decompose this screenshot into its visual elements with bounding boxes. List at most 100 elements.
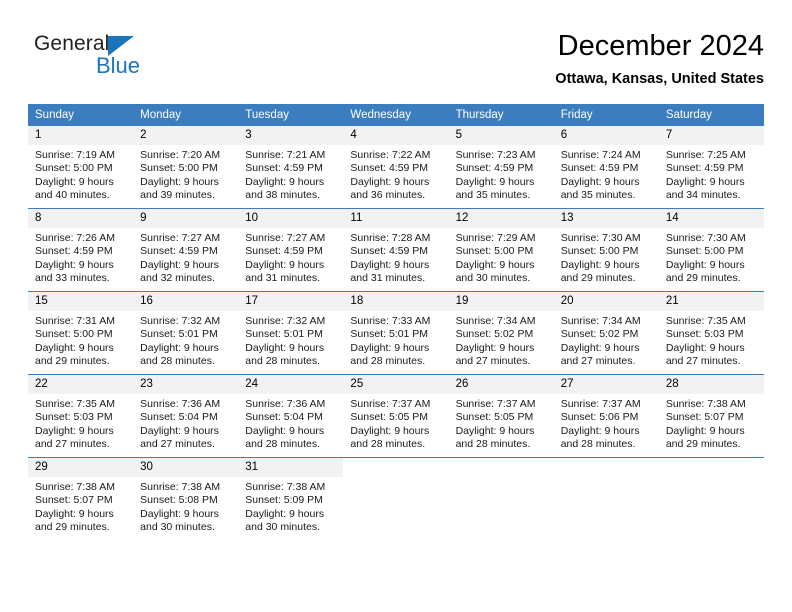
day-number: 7 xyxy=(658,126,764,145)
sunset-time: Sunset: 4:59 PM xyxy=(560,162,639,175)
calendar-day-cell[interactable]: 25 Sunrise: 7:37 AM Sunset: 5:05 PM Dayligh… xyxy=(343,374,449,458)
day-details: Sunrise: 7:34 AM Sunset: 5:02 PM Daylight:… xyxy=(554,311,659,369)
day-number: 17 xyxy=(238,292,344,311)
sunrise-time: Sunrise: 7:34 AM xyxy=(455,315,536,327)
sunset-time: Sunset: 5:05 PM xyxy=(455,411,534,424)
daylight-duration-line2: and 28 minutes. xyxy=(245,355,320,368)
calendar-day-cell[interactable]: 12 Sunrise: 7:29 AM Sunset: 5:00 PM Dayligh… xyxy=(448,208,554,292)
sunrise-time: Sunrise: 7:37 AM xyxy=(560,398,641,410)
daylight-duration-line1: Daylight: 9 hours xyxy=(245,341,325,354)
daylight-duration-line1: Daylight: 9 hours xyxy=(140,424,219,437)
day-number: 30 xyxy=(133,458,239,477)
calendar-day-cell[interactable]: 8 Sunrise: 7:26 AM Sunset: 4:59 PM Daylight… xyxy=(28,208,134,292)
sunrise-time: Sunrise: 7:35 AM xyxy=(665,315,746,327)
day-details: Sunrise: 7:35 AM Sunset: 5:03 PM Daylight:… xyxy=(659,311,764,369)
day-details: Sunrise: 7:27 AM Sunset: 4:59 PM Daylight:… xyxy=(133,228,238,286)
brand-logo[interactable]: General Blue xyxy=(34,32,254,92)
daylight-duration-line2: and 28 minutes. xyxy=(350,438,426,451)
sunset-time: Sunset: 5:00 PM xyxy=(35,328,113,341)
sunrise-time: Sunrise: 7:27 AM xyxy=(140,232,221,244)
calendar-day-cell[interactable]: 27 Sunrise: 7:37 AM Sunset: 5:06 PM Dayligh… xyxy=(553,374,659,458)
daylight-duration-line2: and 36 minutes. xyxy=(350,189,426,202)
daylight-duration-line1: Daylight: 9 hours xyxy=(140,507,219,520)
calendar-day-cell[interactable]: 19 Sunrise: 7:34 AM Sunset: 5:02 PM Dayligh… xyxy=(448,291,554,375)
daylight-duration-line1: Daylight: 9 hours xyxy=(560,424,640,437)
calendar-day-cell[interactable]: 7 Sunrise: 7:25 AM Sunset: 4:59 PM Daylight… xyxy=(658,126,764,209)
daylight-duration-line1: Daylight: 9 hours xyxy=(350,175,430,188)
day-number: 23 xyxy=(133,375,239,394)
calendar-day-cell[interactable]: 5 Sunrise: 7:23 AM Sunset: 4:59 PM Daylight… xyxy=(448,126,554,209)
daylight-duration-line1: Daylight: 9 hours xyxy=(350,424,430,437)
daylight-duration-line1: Daylight: 9 hours xyxy=(35,341,114,354)
day-number xyxy=(553,458,659,477)
sunrise-time: Sunrise: 7:19 AM xyxy=(35,149,115,161)
calendar-day-cell[interactable]: 24 Sunrise: 7:36 AM Sunset: 5:04 PM Dayligh… xyxy=(238,374,344,458)
sunrise-time: Sunrise: 7:20 AM xyxy=(140,149,221,161)
calendar-day-cell[interactable]: 6 Sunrise: 7:24 AM Sunset: 4:59 PM Daylight… xyxy=(553,126,659,209)
weekday-header-saturday: Saturday xyxy=(658,104,764,126)
sunset-time: Sunset: 4:59 PM xyxy=(245,162,323,175)
calendar-day-cell[interactable]: 29 Sunrise: 7:38 AM Sunset: 5:07 PM Dayligh… xyxy=(28,457,134,540)
calendar-day-cell[interactable]: 16 Sunrise: 7:32 AM Sunset: 5:01 PM Dayligh… xyxy=(133,291,239,375)
calendar-day-cell[interactable]: 1 Sunrise: 7:19 AM Sunset: 5:00 PM Daylight… xyxy=(28,126,134,209)
day-number: 25 xyxy=(343,375,449,394)
daylight-duration-line2: and 30 minutes. xyxy=(140,521,215,534)
sunset-time: Sunset: 5:00 PM xyxy=(560,245,639,258)
day-details: Sunrise: 7:23 AM Sunset: 4:59 PM Daylight:… xyxy=(449,145,554,203)
daylight-duration-line1: Daylight: 9 hours xyxy=(35,424,114,437)
day-number: 28 xyxy=(658,375,764,394)
day-number: 20 xyxy=(553,292,659,311)
daylight-duration-line1: Daylight: 9 hours xyxy=(350,258,430,271)
day-details: Sunrise: 7:33 AM Sunset: 5:01 PM Daylight:… xyxy=(343,311,448,369)
day-number: 24 xyxy=(238,375,344,394)
day-details: Sunrise: 7:37 AM Sunset: 5:05 PM Daylight:… xyxy=(449,394,554,452)
day-number xyxy=(448,458,554,477)
day-number: 6 xyxy=(553,126,659,145)
calendar-day-cell[interactable]: 26 Sunrise: 7:37 AM Sunset: 5:05 PM Dayligh… xyxy=(448,374,554,458)
sunrise-time: Sunrise: 7:25 AM xyxy=(665,149,746,161)
calendar-day-cell[interactable]: 4 Sunrise: 7:22 AM Sunset: 4:59 PM Daylight… xyxy=(343,126,449,209)
calendar-day-cell[interactable]: 17 Sunrise: 7:32 AM Sunset: 5:01 PM Dayligh… xyxy=(238,291,344,375)
weekday-header-wednesday: Wednesday xyxy=(343,104,449,126)
calendar-day-cell[interactable]: 13 Sunrise: 7:30 AM Sunset: 5:00 PM Dayligh… xyxy=(553,208,659,292)
calendar-day-cell[interactable]: 2 Sunrise: 7:20 AM Sunset: 5:00 PM Daylight… xyxy=(133,126,239,209)
day-details: Sunrise: 7:38 AM Sunset: 5:07 PM Daylight:… xyxy=(659,394,764,452)
day-details: Sunrise: 7:37 AM Sunset: 5:06 PM Daylight:… xyxy=(554,394,659,452)
daylight-duration-line1: Daylight: 9 hours xyxy=(245,424,325,437)
page-title: December 2024 xyxy=(557,30,764,62)
daylight-duration-line2: and 28 minutes. xyxy=(350,355,426,368)
day-details: Sunrise: 7:30 AM Sunset: 5:00 PM Daylight:… xyxy=(554,228,659,286)
calendar-day-cell[interactable]: 30 Sunrise: 7:38 AM Sunset: 5:08 PM Dayligh… xyxy=(133,457,239,540)
sunset-time: Sunset: 5:03 PM xyxy=(35,411,113,424)
calendar-day-cell[interactable]: 11 Sunrise: 7:28 AM Sunset: 4:59 PM Dayligh… xyxy=(343,208,449,292)
calendar-day-cell[interactable]: 9 Sunrise: 7:27 AM Sunset: 4:59 PM Daylight… xyxy=(133,208,239,292)
day-number: 31 xyxy=(238,458,344,477)
day-details: Sunrise: 7:22 AM Sunset: 4:59 PM Daylight:… xyxy=(343,145,448,203)
day-details: Sunrise: 7:19 AM Sunset: 5:00 PM Daylight:… xyxy=(28,145,133,203)
calendar-day-cell[interactable]: 21 Sunrise: 7:35 AM Sunset: 5:03 PM Dayligh… xyxy=(658,291,764,375)
day-number: 26 xyxy=(448,375,554,394)
daylight-duration-line2: and 40 minutes. xyxy=(35,189,110,202)
calendar-day-cell[interactable]: 22 Sunrise: 7:35 AM Sunset: 5:03 PM Dayligh… xyxy=(28,374,134,458)
calendar-day-cell[interactable]: 18 Sunrise: 7:33 AM Sunset: 5:01 PM Dayligh… xyxy=(343,291,449,375)
daylight-duration-line1: Daylight: 9 hours xyxy=(245,258,325,271)
calendar-day-cell[interactable]: 28 Sunrise: 7:38 AM Sunset: 5:07 PM Dayligh… xyxy=(658,374,764,458)
daylight-duration-line2: and 35 minutes. xyxy=(455,189,531,202)
calendar-day-cell[interactable]: 23 Sunrise: 7:36 AM Sunset: 5:04 PM Dayligh… xyxy=(133,374,239,458)
day-number: 27 xyxy=(553,375,659,394)
sunrise-time: Sunrise: 7:38 AM xyxy=(140,481,221,493)
daylight-duration-line2: and 27 minutes. xyxy=(140,438,215,451)
calendar-day-cell[interactable]: 10 Sunrise: 7:27 AM Sunset: 4:59 PM Dayligh… xyxy=(238,208,344,292)
calendar-day-cell[interactable]: 3 Sunrise: 7:21 AM Sunset: 4:59 PM Daylight… xyxy=(238,126,344,209)
calendar-day-cell[interactable]: 31 Sunrise: 7:38 AM Sunset: 5:09 PM Dayligh… xyxy=(238,457,344,540)
daylight-duration-line2: and 28 minutes. xyxy=(560,438,636,451)
day-number: 8 xyxy=(28,209,134,228)
calendar-day-cell[interactable]: 14 Sunrise: 7:30 AM Sunset: 5:00 PM Dayligh… xyxy=(658,208,764,292)
daylight-duration-line2: and 30 minutes. xyxy=(245,521,320,534)
calendar-day-cell[interactable]: 15 Sunrise: 7:31 AM Sunset: 5:00 PM Dayligh… xyxy=(28,291,134,375)
calendar-day-cell[interactable]: 20 Sunrise: 7:34 AM Sunset: 5:02 PM Dayligh… xyxy=(553,291,659,375)
sunset-time: Sunset: 5:02 PM xyxy=(455,328,534,341)
day-number: 18 xyxy=(343,292,449,311)
calendar-day-cell-empty xyxy=(343,457,449,540)
sunset-time: Sunset: 5:00 PM xyxy=(455,245,534,258)
